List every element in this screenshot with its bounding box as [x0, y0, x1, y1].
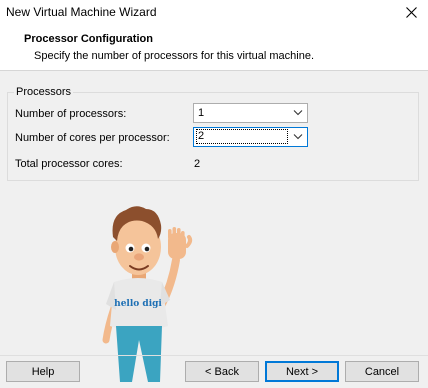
total-cores-label: Total processor cores: — [15, 158, 123, 170]
total-cores-value: 2 — [194, 158, 201, 170]
title-bar: New Virtual Machine Wizard — [0, 0, 428, 24]
help-button[interactable]: Help — [6, 361, 80, 382]
cores-per-processor-select[interactable]: 2 — [193, 127, 308, 147]
num-processors-value: 1 — [198, 107, 205, 119]
wizard-header: Processor Configuration Specify the numb… — [0, 24, 428, 71]
page-subtitle: Specify the number of processors for thi… — [34, 50, 315, 62]
chevron-down-icon — [293, 134, 303, 140]
num-processors-label: Number of processors: — [15, 108, 127, 120]
cancel-button[interactable]: Cancel — [345, 361, 419, 382]
cores-per-processor-value: 2 — [196, 129, 288, 144]
cores-per-processor-label: Number of cores per processor: — [15, 132, 170, 144]
footer-divider — [0, 355, 428, 356]
close-icon — [405, 6, 417, 18]
page-title: Processor Configuration — [24, 33, 153, 45]
back-button[interactable]: < Back — [185, 361, 259, 382]
mascot-shirt-text: hello digi — [114, 299, 162, 309]
close-button[interactable] — [394, 0, 428, 24]
num-processors-select[interactable]: 1 — [193, 103, 308, 123]
next-button[interactable]: Next > — [265, 361, 339, 382]
window-title: New Virtual Machine Wizard — [6, 5, 157, 19]
chevron-down-icon — [293, 110, 303, 116]
processors-group-label: Processors — [14, 86, 74, 98]
